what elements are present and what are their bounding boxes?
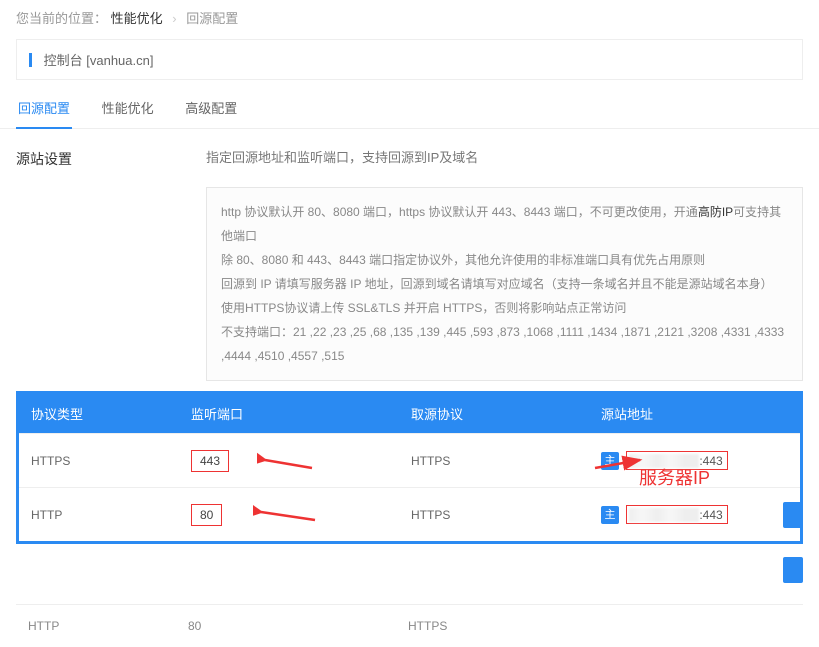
- cell-origin-address: [586, 605, 803, 647]
- th-origin-address: 源站地址: [589, 394, 800, 433]
- tabs: 回源配置 性能优化 高级配置: [0, 88, 819, 129]
- arrow-icon: [253, 502, 323, 526]
- server-ip-label: 服务器IP: [639, 464, 710, 490]
- cell-src-protocol: HTTPS: [399, 498, 589, 532]
- info-line-5: 不支持端口：21 ,22 ,23 ,25 ,68 ,135 ,139 ,445 …: [221, 320, 788, 368]
- table-header: 协议类型 监听端口 取源协议 源站地址: [19, 394, 800, 433]
- th-fetch-protocol: 取源协议: [399, 394, 589, 433]
- tab-advanced[interactable]: 高级配置: [183, 88, 239, 127]
- blurred-ip: [629, 508, 699, 522]
- info-line-2: 除 80、8080 和 443、8443 端口指定协议外，其他允许使用的非标准端…: [221, 248, 788, 272]
- cell-origin-address: 主 :443: [589, 495, 800, 534]
- info-line-1: http 协议默认开 80、8080 端口，https 协议默认开 443、84…: [221, 200, 788, 248]
- breadcrumb-perf[interactable]: 性能优化: [111, 11, 163, 26]
- side-badge[interactable]: [783, 502, 803, 528]
- origin-table: 协议类型 监听端口 取源协议 源站地址 HTTPS 443 HTTPS 主 :4…: [16, 391, 803, 544]
- section-desc: 指定回源地址和监听端口，支持回源到IP及域名: [206, 147, 803, 169]
- breadcrumb-origin: 回源配置: [186, 11, 238, 26]
- info-line-3: 回源到 IP 请填写服务器 IP 地址，回源到域名请填写对应域名（支持一条域名并…: [221, 272, 788, 296]
- cell-protocol: HTTP: [16, 605, 176, 647]
- th-listen-port: 监听端口: [179, 394, 399, 433]
- cell-protocol: HTTP: [19, 498, 179, 532]
- arrow-icon: [257, 452, 317, 474]
- origin-ip-box: :443: [626, 505, 727, 524]
- console-bar: 控制台 [vanhua.cn]: [16, 39, 803, 80]
- tab-origin[interactable]: 回源配置: [16, 88, 72, 129]
- breadcrumb-sep: ›: [172, 11, 176, 26]
- origin-port: :443: [699, 508, 722, 522]
- console-title: 控制台 [vanhua.cn]: [44, 53, 154, 68]
- primary-tag: 主: [601, 506, 619, 524]
- info-line-4: 使用HTTPS协议请上传 SSL&TLS 并开启 HTTPS，否则将影响站点正常…: [221, 296, 788, 320]
- port-highlight: 80: [191, 504, 222, 526]
- tab-perf[interactable]: 性能优化: [100, 88, 156, 127]
- info-box: http 协议默认开 80、8080 端口，https 协议默认开 443、84…: [206, 187, 803, 381]
- th-protocol: 协议类型: [19, 394, 179, 433]
- breadcrumb-label: 您当前的位置：: [16, 11, 107, 26]
- section-title: 源站设置: [16, 147, 206, 169]
- side-badge[interactable]: [783, 557, 803, 583]
- cell-src-protocol: HTTPS: [399, 444, 589, 478]
- cell-port: 80: [176, 605, 396, 647]
- cell-protocol: HTTPS: [19, 444, 179, 478]
- table-row: HTTP 80 HTTPS: [16, 604, 803, 647]
- port-highlight: 443: [191, 450, 229, 472]
- cell-src-protocol: HTTPS: [396, 605, 586, 647]
- section-origin: 源站设置 指定回源地址和监听端口，支持回源到IP及域名: [0, 129, 819, 177]
- lower-table: HTTP 80 HTTPS: [16, 604, 803, 647]
- accent-bar: [29, 53, 32, 67]
- breadcrumb: 您当前的位置： 性能优化 › 回源配置: [0, 0, 819, 35]
- table-row: HTTP 80 HTTPS 主 :443: [19, 487, 800, 541]
